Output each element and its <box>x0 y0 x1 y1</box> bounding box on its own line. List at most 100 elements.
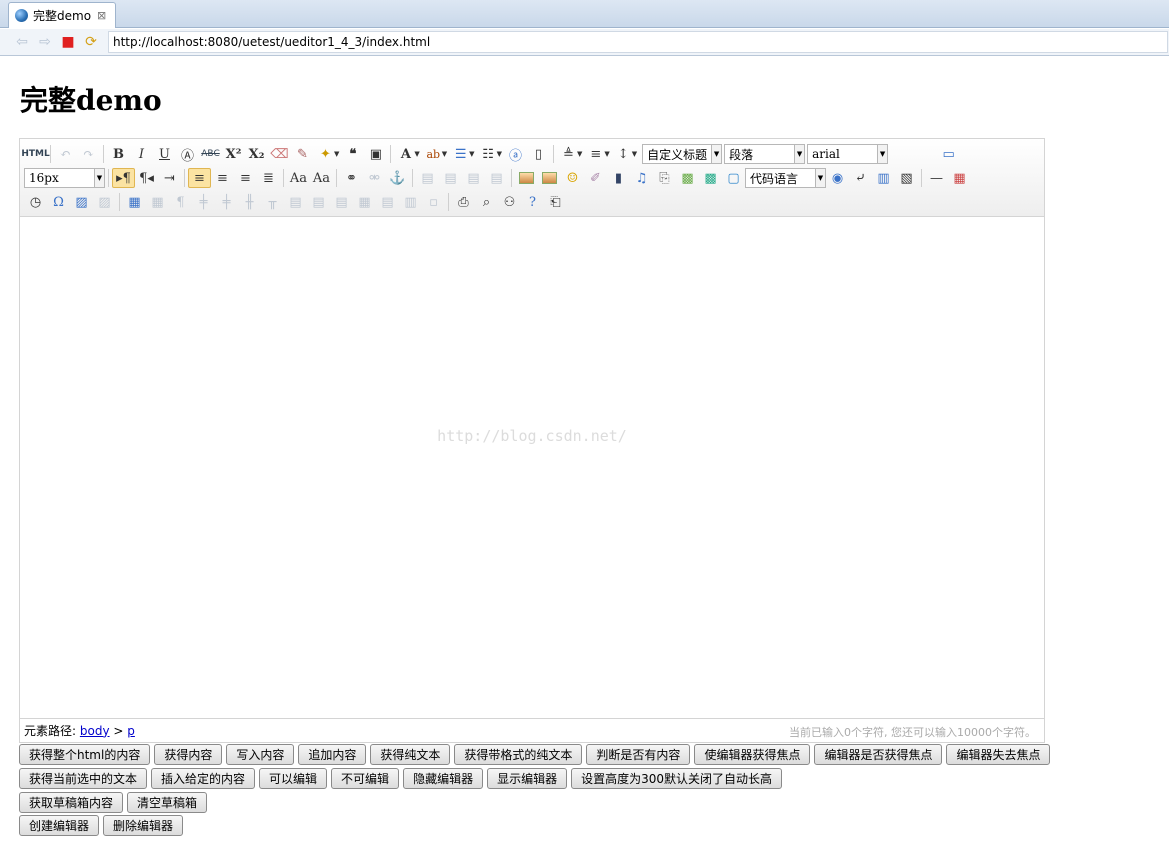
image-right-icon[interactable]: ▤ <box>462 168 485 188</box>
custom-style-select[interactable]: 自定义标题 ▼ <box>642 144 723 164</box>
set-disabled-button[interactable]: 不可编辑 <box>331 768 400 789</box>
rtl-direction-icon[interactable]: ¶◂ <box>135 168 158 188</box>
font-size-select[interactable]: 16px ▼ <box>24 168 105 188</box>
help-icon[interactable]: ? <box>521 192 544 212</box>
print-icon[interactable]: ⎙ <box>452 192 475 212</box>
superscript-icon[interactable]: X² <box>222 144 245 164</box>
lowercase-icon[interactable]: Aa <box>310 168 333 188</box>
special-chars-icon[interactable]: Ω <box>47 192 70 212</box>
gmap-icon[interactable]: ▩ <box>699 168 722 188</box>
chevron-down-icon[interactable]: ▼ <box>711 145 722 163</box>
hide-editor-button[interactable]: 隐藏编辑器 <box>403 768 484 789</box>
get-local-data-button[interactable]: 获取草稿箱内容 <box>19 792 124 813</box>
forward-icon[interactable]: ⇨ <box>35 33 55 51</box>
background-icon[interactable]: ▧ <box>895 168 918 188</box>
underline-icon[interactable]: U <box>153 144 176 164</box>
music-icon[interactable]: ♫ <box>630 168 653 188</box>
emotion-icon[interactable]: ☺ <box>561 168 584 188</box>
ltr-direction-icon[interactable]: ▸¶ <box>112 168 135 188</box>
font-family-select[interactable]: arial ▼ <box>807 144 889 164</box>
preview-icon[interactable]: ⌕ <box>475 192 498 212</box>
create-editor-button[interactable]: 创建编辑器 <box>19 815 100 836</box>
font-border-icon[interactable]: Ⓐ <box>176 144 199 164</box>
uppercase-icon[interactable]: Aa <box>287 168 310 188</box>
tab-close-icon[interactable]: ⊠ <box>97 9 106 22</box>
remove-format-icon[interactable]: ⌫ <box>268 144 291 164</box>
unlink-icon[interactable]: ⚮ <box>363 168 386 188</box>
delete-col-icon[interactable]: ╥ <box>261 192 284 212</box>
stop-icon[interactable]: ■ <box>58 33 78 51</box>
delete-editor-button[interactable]: 删除编辑器 <box>103 815 184 836</box>
subscript-icon[interactable]: X₂ <box>245 144 268 164</box>
chevron-down-icon[interactable]: ▼ <box>497 150 502 158</box>
set-blur-button[interactable]: 编辑器失去焦点 <box>946 744 1051 765</box>
code-language-select[interactable]: 代码语言 ▼ <box>745 168 826 188</box>
path-body-link[interactable]: body <box>80 724 110 738</box>
split-to-cells-icon[interactable]: ▦ <box>353 192 376 212</box>
align-right-icon[interactable]: ≡ <box>234 168 257 188</box>
redo-icon[interactable]: ↷ <box>77 144 100 164</box>
horizontal-rule-icon[interactable]: — <box>925 168 948 188</box>
path-p-link[interactable]: p <box>127 724 135 738</box>
align-left-icon[interactable]: ≡ <box>188 168 211 188</box>
set-content-button[interactable]: 写入内容 <box>226 744 295 765</box>
chevron-down-icon[interactable]: ▼ <box>815 169 825 187</box>
indent-icon[interactable]: ⇥ <box>158 168 181 188</box>
insert-paragraph-before-table-icon[interactable]: ¶ <box>169 192 192 212</box>
strikethrough-icon[interactable]: ABC <box>199 144 222 164</box>
get-content-button[interactable]: 获得内容 <box>154 744 223 765</box>
select-all-icon[interactable]: ⓐ <box>504 144 527 164</box>
drafts-icon[interactable]: ⎗ <box>544 192 567 212</box>
get-plain-text-button[interactable]: 获得纯文本 <box>370 744 451 765</box>
insert-video-icon[interactable]: ▮ <box>607 168 630 188</box>
insert-row-icon[interactable]: ╪ <box>192 192 215 212</box>
date-icon[interactable]: ▦ <box>948 168 971 188</box>
chart-icon[interactable]: ▫ <box>422 192 445 212</box>
chevron-down-icon[interactable]: ▼ <box>577 150 582 158</box>
get-formatted-text-button[interactable]: 获得带格式的纯文本 <box>454 744 583 765</box>
word-image-icon[interactable]: ▨ <box>70 192 93 212</box>
italic-icon[interactable]: I <box>130 144 153 164</box>
set-enabled-button[interactable]: 可以编辑 <box>259 768 328 789</box>
source-code-icon[interactable]: HTML <box>21 144 49 164</box>
page-break-icon[interactable]: ⤶ <box>849 168 872 188</box>
insert-image-icon[interactable] <box>538 168 561 188</box>
format-match-icon[interactable]: ✎ <box>291 144 314 164</box>
undo-icon[interactable]: ↶ <box>54 144 77 164</box>
back-icon[interactable]: ⇦ <box>12 33 32 51</box>
merge-right-icon[interactable]: ▤ <box>307 192 330 212</box>
is-focus-button[interactable]: 编辑器是否获得焦点 <box>814 744 943 765</box>
webapp-icon[interactable]: ◉ <box>826 168 849 188</box>
blockquote-icon[interactable]: ❝ <box>341 144 364 164</box>
align-justify-icon[interactable]: ≣ <box>257 168 280 188</box>
split-to-rows-icon[interactable]: ▤ <box>376 192 399 212</box>
image-none-icon[interactable]: ▤ <box>416 168 439 188</box>
clear-doc-icon[interactable]: ▯ <box>527 144 550 164</box>
chevron-down-icon[interactable]: ▼ <box>604 150 609 158</box>
attachment-icon[interactable]: ⎘ <box>653 168 676 188</box>
chevron-down-icon[interactable]: ▼ <box>334 150 339 158</box>
template-icon[interactable]: ▥ <box>872 168 895 188</box>
chevron-down-icon[interactable]: ▼ <box>794 145 805 163</box>
delete-row-icon[interactable]: ╪ <box>215 192 238 212</box>
insert-frame-icon[interactable]: ▢ <box>722 168 745 188</box>
merge-cells-icon[interactable]: ▤ <box>284 192 307 212</box>
set-focus-button[interactable]: 使编辑器获得焦点 <box>694 744 811 765</box>
anchor-icon[interactable]: ⚓ <box>386 168 409 188</box>
has-content-button[interactable]: 判断是否有内容 <box>586 744 691 765</box>
show-editor-button[interactable]: 显示编辑器 <box>487 768 568 789</box>
address-bar[interactable]: http://localhost:8080/uetest/ueditor1_4_… <box>108 31 1168 53</box>
refresh-icon[interactable]: ⟳ <box>81 33 101 51</box>
append-content-button[interactable]: 追加内容 <box>298 744 367 765</box>
chevron-down-icon[interactable]: ▼ <box>469 150 474 158</box>
snapscreen-icon[interactable]: ▨ <box>93 192 116 212</box>
insert-html-button[interactable]: 插入给定的内容 <box>151 768 256 789</box>
editor-content-area[interactable]: http://blog.csdn.net/ <box>20 217 1044 717</box>
get-selected-text-button[interactable]: 获得当前选中的文本 <box>19 768 148 789</box>
chevron-down-icon[interactable]: ▼ <box>94 169 104 187</box>
chevron-down-icon[interactable]: ▼ <box>632 150 637 158</box>
delete-table-icon[interactable]: ▦ <box>146 192 169 212</box>
align-center-icon[interactable]: ≡ <box>211 168 234 188</box>
chevron-down-icon[interactable]: ▼ <box>877 145 888 163</box>
paragraph-select[interactable]: 段落 ▼ <box>724 144 806 164</box>
